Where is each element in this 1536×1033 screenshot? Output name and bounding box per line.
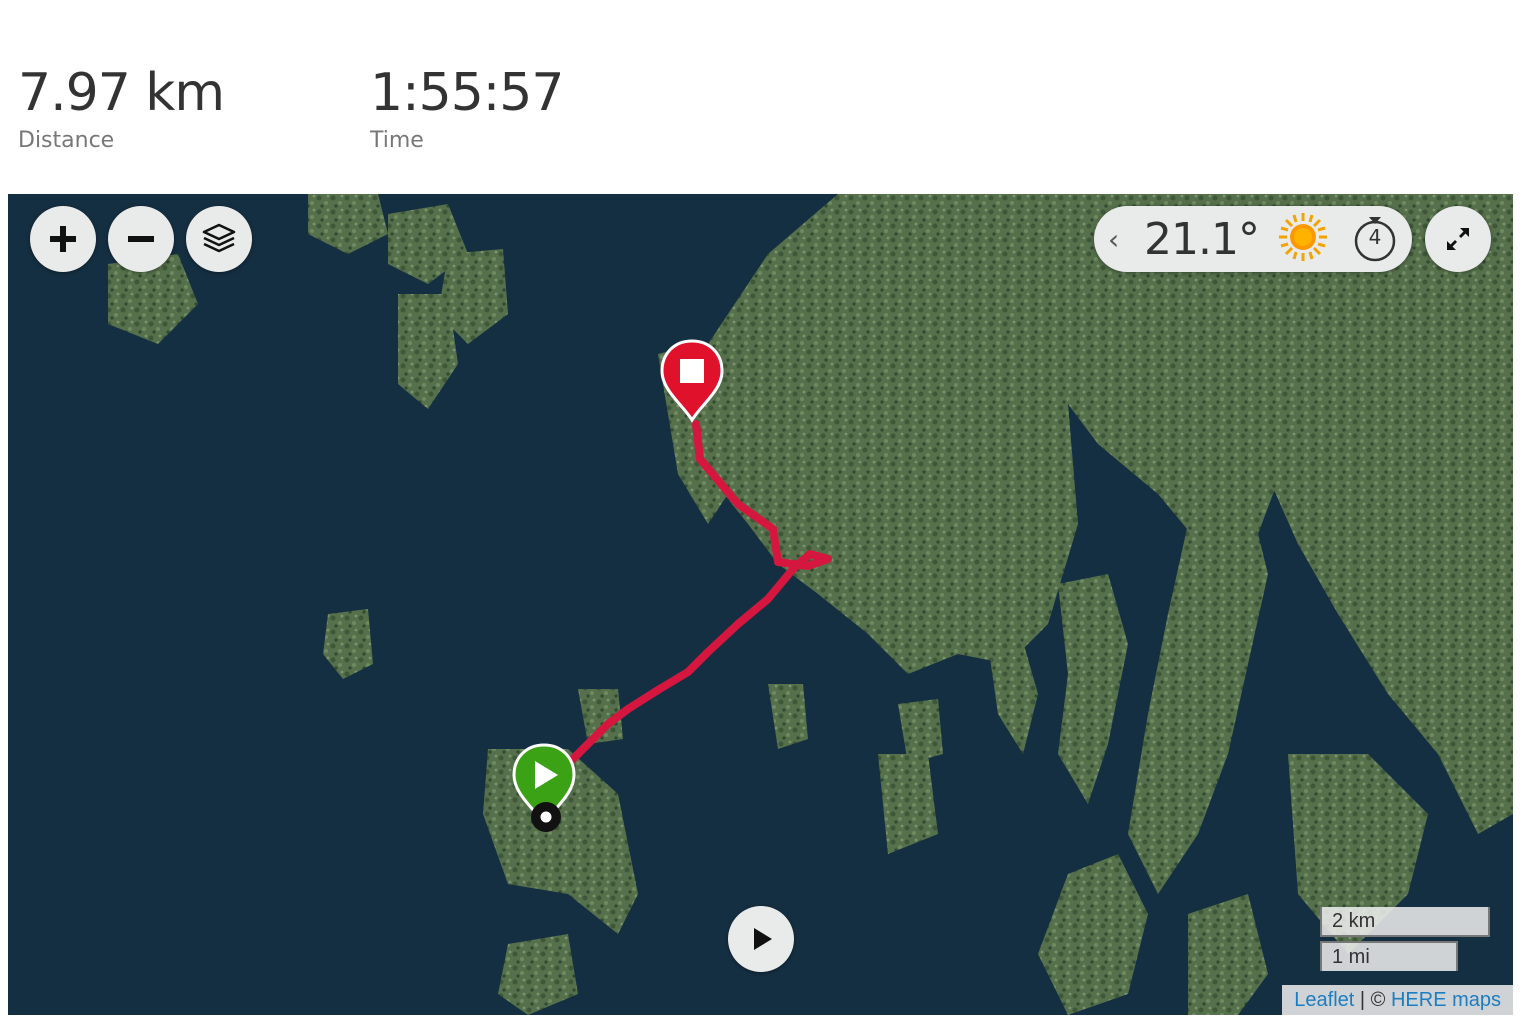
distance-stat: 7.97 km Distance: [18, 60, 225, 153]
play-icon: [754, 928, 772, 950]
time-value: 1:55:57: [370, 63, 564, 123]
finish-marker[interactable]: [658, 338, 726, 428]
current-position: [529, 800, 563, 838]
zoom-out-button[interactable]: [108, 206, 174, 272]
zoom-in-button[interactable]: [30, 206, 96, 272]
time-stat: 1:55:57 Time: [370, 60, 564, 153]
stopwatch-icon: 4: [1351, 215, 1399, 263]
satellite-imagery: [8, 194, 1513, 1015]
attribution-separator: | ©: [1354, 989, 1391, 1011]
time-label: Time: [370, 128, 424, 153]
activity-stats: 7.97 km Distance 1:55:57 Time: [0, 0, 1536, 195]
position-dot-icon: [531, 802, 561, 832]
map-attribution: Leaflet | © HERE maps: [1282, 985, 1513, 1015]
chevron-left-icon[interactable]: ‹: [1108, 223, 1130, 256]
map-scale: 2 km 1 mi: [1320, 907, 1490, 971]
layers-icon: [202, 223, 236, 253]
minus-icon: [128, 236, 154, 242]
distance-value: 7.97 km: [18, 63, 225, 123]
expand-icon: [1447, 228, 1469, 250]
stop-marker-icon: [660, 339, 724, 423]
temperature-value: 21.1°: [1144, 213, 1260, 265]
weather-widget: ‹ 21.1° 4: [1094, 206, 1412, 272]
scale-imperial: 1 mi: [1320, 941, 1458, 971]
scale-metric: 2 km: [1320, 907, 1490, 937]
here-maps-link[interactable]: HERE maps: [1391, 989, 1501, 1011]
distance-label: Distance: [18, 128, 115, 153]
fullscreen-button[interactable]: [1425, 206, 1491, 272]
layers-button[interactable]: [186, 206, 252, 272]
sun-icon: [1277, 211, 1329, 267]
leaflet-link[interactable]: Leaflet: [1294, 989, 1354, 1011]
stopwatch-value: 4: [1368, 225, 1382, 249]
route-map[interactable]: ‹ 21.1° 4 2 km 1 mi Leaflet | © HERE map…: [8, 194, 1513, 1015]
replay-play-button[interactable]: [728, 906, 794, 972]
plus-icon: [50, 226, 76, 252]
